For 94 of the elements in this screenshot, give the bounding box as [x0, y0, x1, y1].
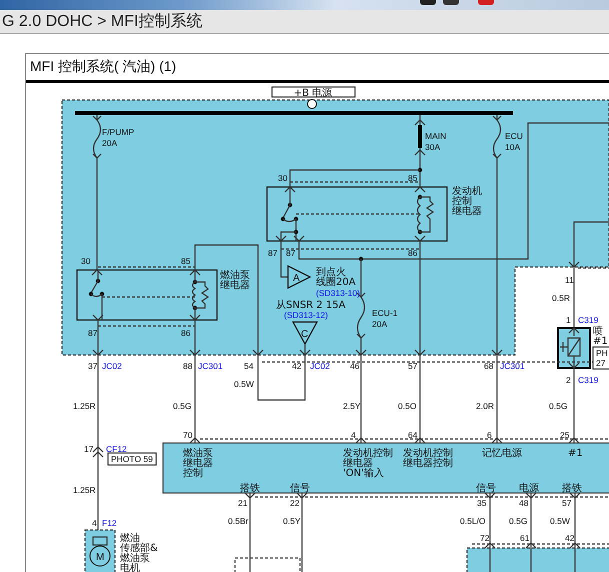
connector-label: C319: [578, 315, 598, 325]
component-label: 从SNSR 2 15A: [276, 300, 346, 311]
close-icon[interactable]: [478, 0, 494, 5]
panel-title: MFI 控制系统( 汽油) (1): [29, 58, 176, 76]
pin-number: 37: [88, 361, 98, 371]
fuse-label: ECU: [505, 131, 523, 141]
pin-number: 70: [183, 430, 192, 440]
fuse-label: 30A: [425, 142, 440, 152]
pin-number: 4: [351, 430, 356, 440]
connector-label: CF12: [106, 444, 127, 454]
fuse-label: MAIN: [425, 131, 446, 141]
breadcrumb[interactable]: G 2.0 DOHC > MFI控制系统: [0, 11, 202, 32]
component-label: 信号: [290, 483, 310, 494]
pin-number: 48: [519, 498, 528, 508]
reference-link[interactable]: (SD313-10): [316, 288, 360, 298]
photo-tag: PH 27: [592, 346, 609, 370]
component-label: 到点火 线圈20A: [316, 267, 356, 288]
pin-number: 64: [408, 430, 418, 440]
component-label: 搭铁: [562, 483, 582, 494]
pin-number: 17: [84, 444, 94, 454]
pin-number: 25: [560, 430, 570, 440]
pin-number: 42: [565, 533, 574, 543]
pin-number: 46: [350, 361, 360, 371]
component-label: 燃油 传感部& 燃油泵 电机: [120, 533, 158, 572]
pin-number: 42: [292, 361, 302, 371]
connector-label: JC02: [102, 361, 122, 371]
pin-number: 2: [566, 375, 571, 385]
fuse-label: 20A: [372, 319, 388, 329]
dashed-outline: [234, 558, 300, 572]
pin-number: 30: [278, 173, 288, 183]
toolbar-icon[interactable]: [443, 0, 459, 5]
component-label: 电源: [519, 483, 539, 494]
pin-number: 4: [92, 518, 97, 528]
wire-code: 1.25R: [73, 485, 96, 495]
wire-code: 0.5G: [509, 516, 528, 526]
pin-number: 87: [286, 248, 296, 258]
connector-letter: M: [96, 552, 104, 563]
fuse-label: F/PUMP: [102, 127, 134, 137]
pin-number: 22: [290, 498, 300, 508]
connector-letter: A: [293, 273, 300, 284]
pin-number: 72: [480, 533, 490, 543]
component-label: 发动机控制 继电器控制: [403, 448, 453, 469]
wire-code: 0.5L/O: [460, 516, 486, 526]
pin-number: 57: [562, 498, 572, 508]
pin-number: 86: [181, 328, 190, 338]
connector-label: JC301: [500, 361, 525, 371]
component-label: #1: [568, 448, 583, 459]
component-label: 搭铁: [240, 483, 260, 494]
pin-number: 85: [181, 256, 190, 266]
wire-code: 2.0R: [476, 401, 494, 411]
pin-number: 1: [566, 315, 571, 325]
connector-label: JC02: [310, 361, 330, 371]
component-label: 记忆电源: [482, 448, 522, 459]
toolbar-icon[interactable]: [420, 0, 436, 5]
component-label: 发动机 控制 继电器: [452, 186, 482, 217]
fuse-label: 20A: [102, 138, 118, 148]
pin-number: 88: [183, 361, 192, 371]
photo-tag: PHOTO 59: [108, 452, 157, 466]
pin-number: 86: [408, 248, 418, 258]
pin-number: 30: [81, 256, 90, 266]
wire-code: 1.25R: [73, 401, 96, 411]
wire-code: 0.5Y: [283, 516, 300, 526]
connector-letter: C: [301, 329, 308, 340]
pin-number: 85: [408, 173, 418, 183]
pin-number: 57: [408, 361, 418, 371]
fuse-label: 10A: [505, 142, 520, 152]
connector-label: F12: [102, 518, 117, 528]
component-label: 发动机控制 继电器 'ON'输入: [343, 448, 393, 479]
pin-number: 35: [477, 498, 486, 508]
fuse-label: ECU-1: [372, 308, 398, 318]
wire-code: 0.5W: [550, 516, 570, 526]
wire-code: 0.5G: [549, 401, 568, 411]
wire-code: 2.5Y: [343, 401, 360, 411]
pin-number: 61: [520, 533, 530, 543]
wire-code: 0.5O: [398, 401, 416, 411]
wire-code: 0.5Br: [228, 516, 248, 526]
wire-code: 0.5R: [552, 293, 570, 303]
connector-label: JC301: [198, 361, 223, 371]
wire-code: 0.5G: [173, 401, 192, 411]
component-label: 喷 #1: [593, 326, 608, 347]
connector-label: C319: [578, 375, 598, 385]
reference-link[interactable]: (SD313-12): [284, 310, 328, 320]
motor-drawing: [84, 530, 116, 572]
pin-number: 54: [244, 361, 254, 371]
pin-number: 87: [268, 248, 278, 258]
component-label: 燃油泵 继电器: [220, 270, 250, 291]
wire-code: 0.5W: [234, 379, 254, 389]
pin-number: 11: [565, 275, 574, 285]
pin-number: 68: [484, 361, 494, 371]
component-label: 信号: [476, 483, 496, 494]
pin-number: 6: [487, 430, 492, 440]
pin-number: 21: [238, 498, 248, 508]
pin-number: 87: [88, 328, 98, 338]
component-label: 燃油泵 继电器 控制: [183, 448, 213, 479]
